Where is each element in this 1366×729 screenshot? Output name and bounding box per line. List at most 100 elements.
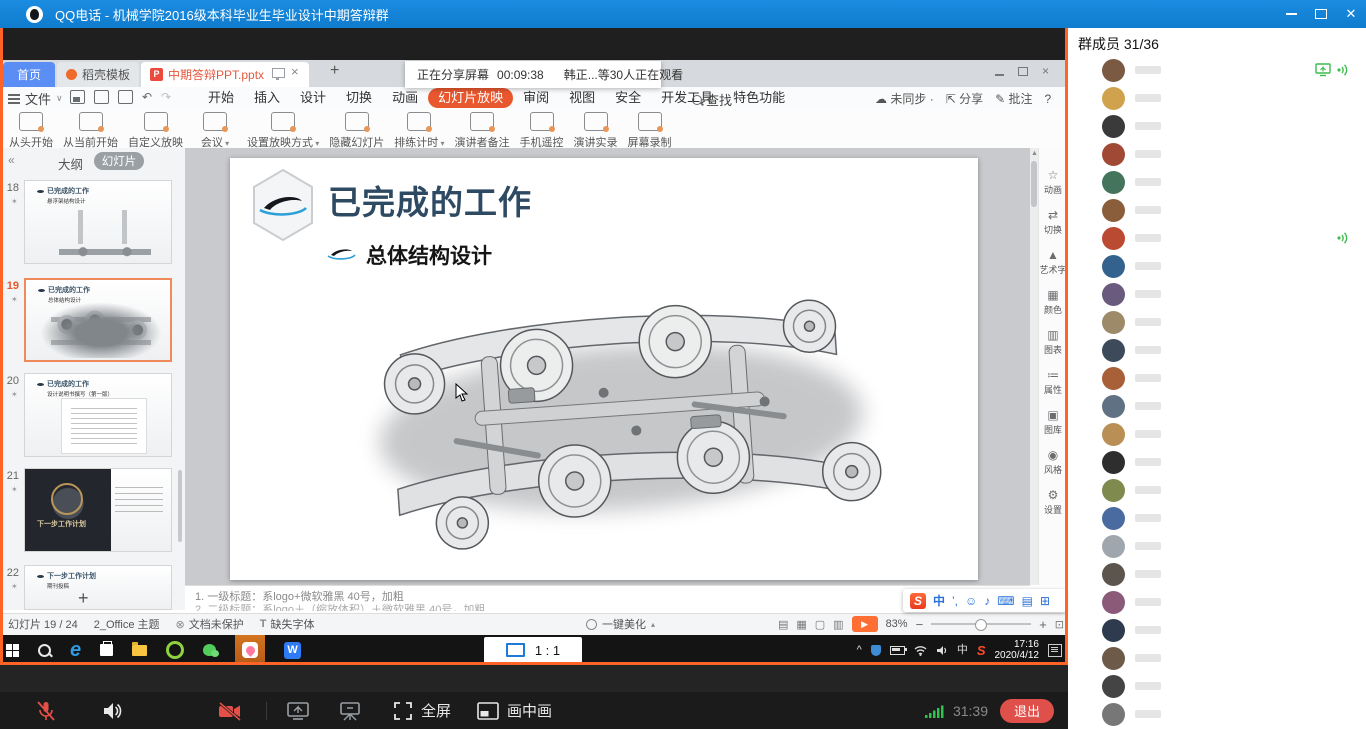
member-avatar[interactable] [1102, 479, 1125, 502]
taskbar-search-icon[interactable] [38, 644, 51, 657]
tray-expand-icon[interactable]: ^ [857, 645, 862, 656]
find-button[interactable]: 查找 [692, 90, 732, 109]
fit-window-icon[interactable]: ⊡ [1055, 618, 1064, 631]
member-row[interactable] [1068, 196, 1366, 224]
member-row[interactable] [1068, 84, 1366, 112]
menu-item[interactable]: 切换 [336, 88, 382, 108]
ime-punctuation-icon[interactable]: ’, [952, 595, 958, 607]
store-icon[interactable] [100, 644, 113, 656]
menu-item[interactable]: 设计 [290, 88, 336, 108]
defender-icon[interactable] [871, 645, 881, 656]
wps-tab[interactable]: 稻壳模板 [57, 62, 139, 87]
member-avatar[interactable] [1102, 367, 1125, 390]
sidebar-tool[interactable]: ☆ 动画 [1038, 162, 1068, 202]
wps-taskbar-icon[interactable]: W [284, 642, 301, 659]
member-avatar[interactable] [1102, 703, 1125, 726]
tab-slides[interactable]: 幻灯片 [94, 152, 144, 170]
panel-collapse-icon[interactable]: « [8, 153, 15, 167]
member-avatar[interactable] [1102, 395, 1125, 418]
thumbnail-box[interactable]: 已完成的工作 悬浮架结构设计 [24, 180, 172, 264]
member-row[interactable] [1068, 700, 1366, 728]
member-row[interactable] [1068, 168, 1366, 196]
wifi-icon[interactable] [914, 645, 927, 656]
sogou-logo-icon[interactable]: S [910, 593, 926, 609]
canvas-scrollbar-track[interactable] [1030, 148, 1038, 585]
ribbon-button[interactable]: 自定义放映 [128, 109, 183, 150]
member-row[interactable] [1068, 336, 1366, 364]
zoom-level[interactable]: 83% [886, 618, 908, 630]
member-row[interactable] [1068, 252, 1366, 280]
maximize-button[interactable] [1306, 0, 1336, 28]
action-center-icon[interactable] [1048, 644, 1062, 657]
menu-item[interactable]: 安全 [605, 88, 651, 108]
member-avatar[interactable] [1102, 283, 1125, 306]
member-row[interactable] [1068, 616, 1366, 644]
ribbon-button[interactable]: 设置放映方式 [247, 109, 319, 150]
wps-minimize-icon[interactable] [995, 74, 1004, 76]
taskbar-clock[interactable]: 17:16 2020/4/12 [995, 639, 1040, 661]
exit-call-button[interactable]: 退出 [1000, 699, 1054, 723]
cloud-sync-status[interactable]: ☁ 未同步 · [875, 90, 934, 107]
volume-icon[interactable] [936, 645, 948, 656]
member-avatar[interactable] [1102, 675, 1125, 698]
close-button[interactable]: ✕ [1336, 0, 1366, 28]
zoom-in-icon[interactable]: + [1039, 617, 1047, 632]
view-notes-icon[interactable]: ▥ [833, 618, 843, 631]
ribbon-button[interactable]: 演讲者备注 [455, 109, 510, 150]
new-tab-button[interactable]: + [330, 62, 339, 80]
member-avatar[interactable] [1102, 87, 1125, 110]
tab-outline[interactable]: 大纲 [58, 154, 83, 173]
sidebar-tool[interactable]: ▣ 图库 [1038, 402, 1068, 442]
missing-fonts[interactable]: 缺失字体 [270, 616, 314, 632]
member-avatar[interactable] [1102, 619, 1125, 642]
menu-item[interactable]: 插入 [244, 88, 290, 108]
menu-item[interactable]: 动画 [382, 88, 428, 108]
sidebar-tool[interactable]: ◉ 风格 [1038, 442, 1068, 482]
sidebar-tool[interactable]: ⇄ 切换 [1038, 202, 1068, 242]
member-avatar[interactable] [1102, 115, 1125, 138]
member-row[interactable] [1068, 560, 1366, 588]
tray-sogou-icon[interactable]: S [977, 643, 986, 658]
member-row[interactable] [1068, 364, 1366, 392]
ribbon-button[interactable]: 演讲实录 [574, 109, 618, 150]
member-avatar[interactable] [1102, 451, 1125, 474]
save-icon[interactable] [70, 90, 85, 104]
member-row[interactable] [1068, 112, 1366, 140]
member-avatar[interactable] [1102, 143, 1125, 166]
scroll-up-icon[interactable]: ▲ [1031, 150, 1038, 157]
wps-tab[interactable]: 首页 [3, 62, 55, 87]
member-avatar[interactable] [1102, 423, 1125, 446]
sidebar-tool[interactable]: ▥ 图表 [1038, 322, 1068, 362]
ribbon-button[interactable]: 手机遥控 [520, 109, 564, 150]
menu-item[interactable]: 开始 [198, 88, 244, 108]
thumbnail-box[interactable]: 下一步工作计划 期刊投稿 [24, 565, 172, 610]
help-icon[interactable]: ? [1045, 92, 1052, 106]
member-avatar[interactable] [1102, 563, 1125, 586]
active-app-icon[interactable] [235, 635, 265, 665]
camera-off-icon[interactable] [216, 699, 244, 723]
member-row[interactable] [1068, 140, 1366, 168]
protect-status[interactable]: 文档未保护 [189, 616, 244, 632]
canvas-scrollbar-thumb[interactable] [1031, 161, 1037, 207]
play-slideshow-button[interactable]: ▶ [852, 616, 878, 632]
member-avatar[interactable] [1102, 311, 1125, 334]
member-row[interactable] [1068, 588, 1366, 616]
view-sorter-icon[interactable]: ▦ [796, 618, 806, 631]
member-avatar[interactable] [1102, 59, 1125, 82]
thumbnail-box[interactable]: 已完成的工作 总体结构设计 [24, 278, 172, 362]
redo-icon[interactable]: ↷ [161, 91, 171, 103]
tab-close-icon[interactable]: × [291, 64, 299, 79]
view-reading-icon[interactable]: ▢ [815, 618, 825, 631]
ribbon-button[interactable]: 会议 [193, 109, 237, 150]
file-menu[interactable]: 文件 ∨ [8, 89, 63, 108]
battery-icon[interactable] [890, 646, 905, 655]
mic-muted-icon[interactable] [34, 699, 58, 723]
share-screen-icon[interactable] [285, 699, 311, 723]
presentation-icon[interactable] [337, 699, 363, 723]
undo-icon[interactable]: ↶ [142, 91, 152, 103]
tab-cast-icon[interactable] [272, 68, 285, 78]
thumbnail-box[interactable]: 下一步工作计划 [24, 468, 172, 552]
menu-item[interactable]: 特色功能 [723, 88, 795, 108]
pip-label[interactable]: 画中画 [507, 700, 552, 721]
fullscreen-label[interactable]: 全屏 [421, 700, 451, 721]
